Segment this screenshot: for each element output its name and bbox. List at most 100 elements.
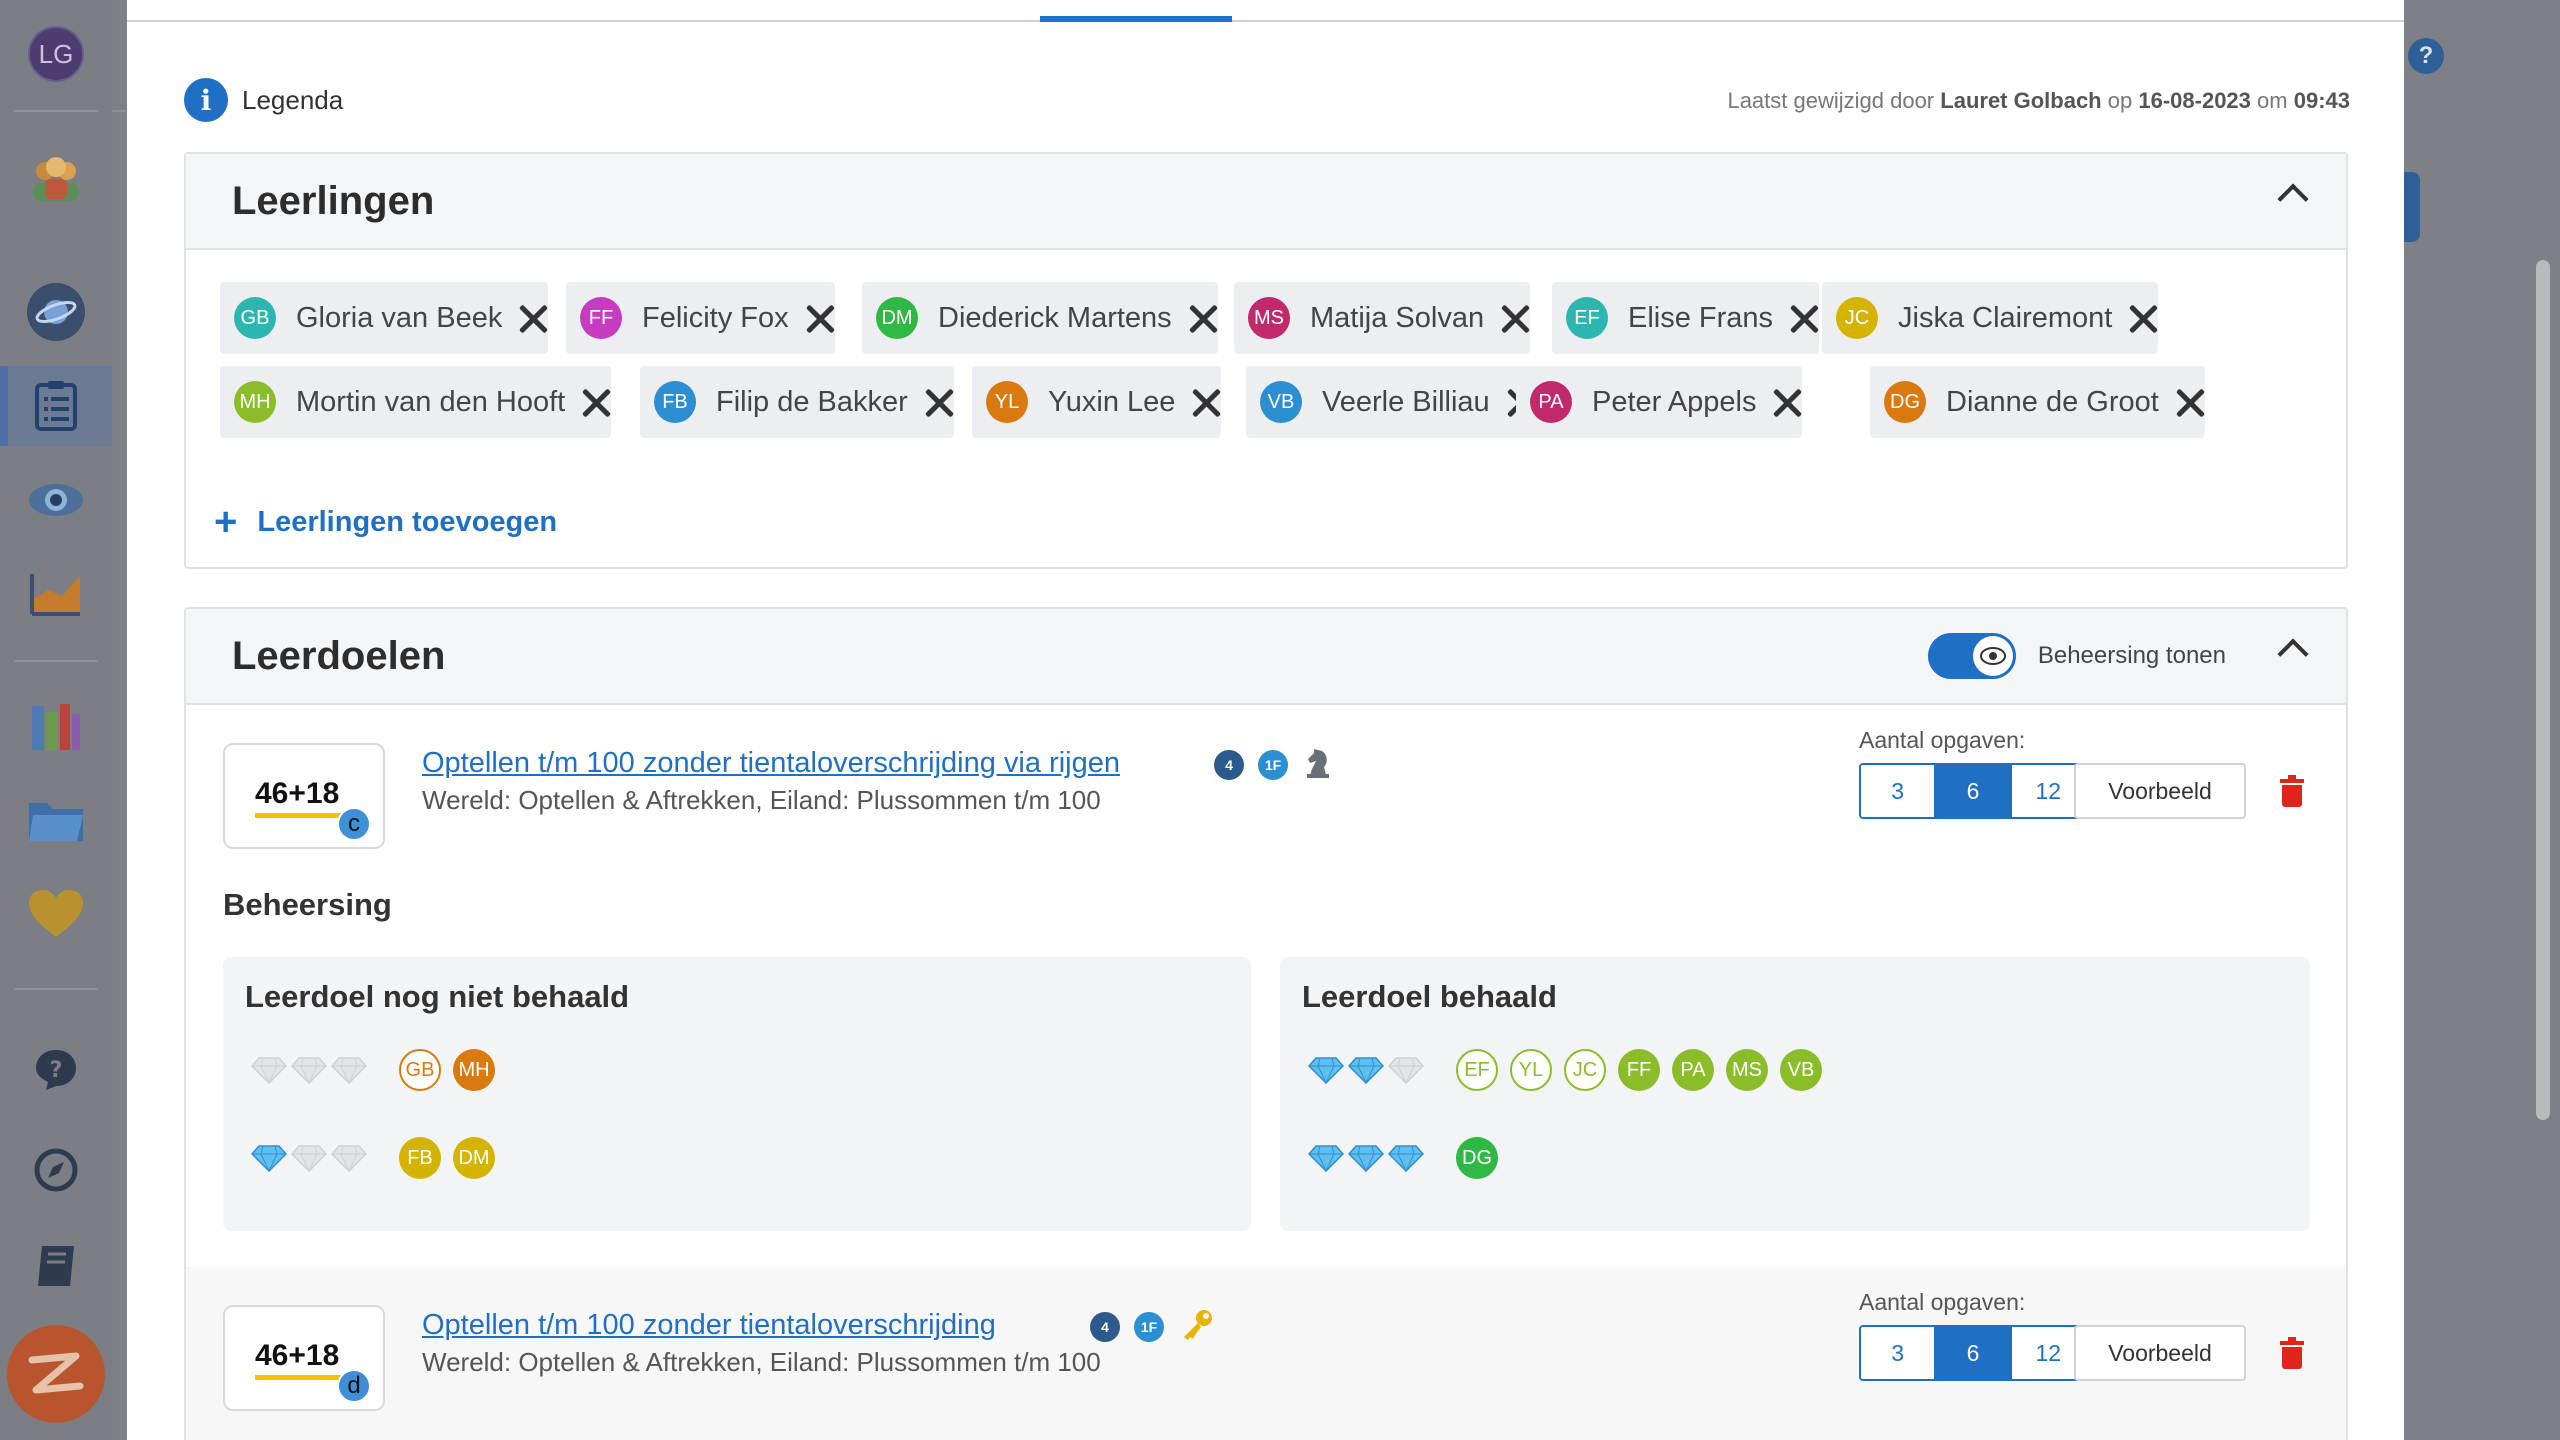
sidebar-item-assignments[interactable] [0,366,112,446]
sidebar-divider [14,988,98,990]
student-avatar: EF [1566,297,1608,339]
trash-icon[interactable] [2280,1337,2304,1369]
gem-rating [251,1144,399,1172]
student-name: Elise Frans [1628,301,1774,334]
gem-empty-icon [1388,1057,1424,1084]
mastery-toggle[interactable] [1927,633,2016,679]
not-achieved-box: Leerdoel nog niet behaald GB MH FB DM [223,957,1251,1231]
chevron-up-icon[interactable] [2277,638,2309,670]
remove-student-icon[interactable] [581,387,611,417]
count-option-6[interactable]: 6 [1936,1327,2012,1379]
student-avatar[interactable]: PA [1672,1049,1714,1091]
student-avatar[interactable]: GB [399,1049,441,1091]
student-avatar[interactable]: JC [1564,1049,1606,1091]
goal-title-link[interactable]: Optellen t/m 100 zonder tientaloverschri… [422,1309,996,1342]
legend-label: Legenda [242,84,344,115]
student-name: Diederick Martens [938,301,1172,334]
tab-bar-border [127,20,2404,22]
students-panel-title: Leerlingen [232,178,435,223]
sidebar-item-worlds[interactable] [0,272,112,352]
sidebar-divider [14,660,98,662]
remove-student-icon[interactable] [2175,387,2205,417]
student-chip: FB Filip de Bakker [640,366,954,438]
student-avatar[interactable]: DG [1456,1137,1498,1179]
sidebar-item-brand[interactable] [0,1325,112,1423]
student-avatar: VB [1260,381,1302,423]
gem-filled-icon [1308,1057,1344,1084]
student-avatar[interactable]: MS [1726,1049,1768,1091]
mastery-toggle-control[interactable]: Beheersing tonen [1927,633,2226,679]
student-avatar[interactable]: YL [1510,1049,1552,1091]
goal-title-link[interactable]: Optellen t/m 100 zonder tientaloverschri… [422,747,1120,780]
preview-button[interactable]: Voorbeeld [2074,1325,2246,1381]
count-option-3[interactable]: 3 [1861,1327,1937,1379]
remove-student-icon[interactable] [1191,387,1221,417]
goal-thumbnail: 46+18 c [223,743,385,849]
sidebar-item-results[interactable] [0,554,112,634]
goal-level-badge: d [337,1369,371,1403]
student-avatar[interactable]: FF [1618,1049,1660,1091]
plus-icon: + [214,500,238,544]
trash-icon[interactable] [2280,775,2304,807]
assignment-modal: i Legenda Laatst gewijzigd door Lauret G… [127,0,2404,1440]
student-avatar[interactable]: VB [1780,1049,1822,1091]
grade-badge: 4 [1214,750,1244,780]
legend-button[interactable]: i Legenda [184,78,343,122]
student-avatar: YL [986,381,1028,423]
remove-student-icon[interactable] [1500,303,1530,333]
chevron-up-icon[interactable] [2277,183,2309,215]
folder-icon [29,803,83,841]
mastery-row: GB MH [251,1049,507,1091]
student-avatar: GB [234,297,276,339]
student-avatar[interactable]: FB [399,1137,441,1179]
goals-panel-header[interactable]: Leerdoelen Beheersing tonen [186,609,2346,705]
mastery-row: EF YL JC FF PA MS VB [1308,1049,1834,1091]
student-chip: GB Gloria van Beek [220,282,549,354]
gem-filled-icon [1348,1145,1384,1172]
student-avatar: FF [580,297,622,339]
list-icon [35,381,77,431]
remove-student-icon[interactable] [518,303,548,333]
count-option-6[interactable]: 6 [1936,765,2012,817]
last-modified-info: Laatst gewijzigd door Lauret Golbach op … [1727,88,2350,113]
remove-student-icon[interactable] [1188,303,1218,333]
count-option-3[interactable]: 3 [1861,765,1937,817]
gem-rating [1308,1056,1456,1084]
sidebar-item-files[interactable] [0,780,112,860]
sidebar-item-explore[interactable] [0,1130,112,1210]
preview-button[interactable]: Voorbeeld [2074,763,2246,819]
eye-icon [1972,636,2013,676]
student-name: Gloria van Beek [296,301,503,334]
student-avatar: MH [234,381,276,423]
students-panel-header[interactable]: Leerlingen [186,154,2346,250]
student-avatar[interactable]: DM [453,1137,495,1179]
gem-empty-icon [291,1145,327,1172]
user-avatar-button[interactable]: LG [0,14,112,94]
student-chip: EF Elise Frans [1552,282,1820,354]
remove-student-icon[interactable] [1772,387,1802,417]
background-button-edge [2404,172,2420,242]
add-students-button[interactable]: + Leerlingen toevoegen [214,502,557,542]
sidebar-item-observe[interactable] [0,460,112,540]
student-name: Veerle Billiau [1322,385,1490,418]
goals-panel-title: Leerdoelen [232,633,446,678]
sidebar-item-library[interactable] [0,686,112,766]
background-divider [112,110,126,112]
student-chip: FF Felicity Fox [566,282,835,354]
student-avatar[interactable]: MH [453,1049,495,1091]
remove-student-icon[interactable] [2128,303,2158,333]
sidebar-item-favorites[interactable] [0,874,112,954]
remove-student-icon[interactable] [805,303,835,333]
student-chip: YL Yuxin Lee [972,366,1222,438]
remove-student-icon[interactable] [924,387,954,417]
scrollbar-thumb[interactable] [2536,260,2550,1120]
student-avatar[interactable]: EF [1456,1049,1498,1091]
mastery-row: DG [1308,1137,1510,1179]
remove-student-icon[interactable] [1789,303,1819,333]
chess-knight-icon [1307,749,1329,778]
sidebar-item-groups[interactable] [0,138,112,218]
exercise-count-selector: 3 6 12 [1859,763,2087,819]
student-avatar: PA [1530,381,1572,423]
sidebar-item-help[interactable]: ? [0,1030,112,1110]
sidebar-item-manual[interactable] [0,1226,112,1306]
